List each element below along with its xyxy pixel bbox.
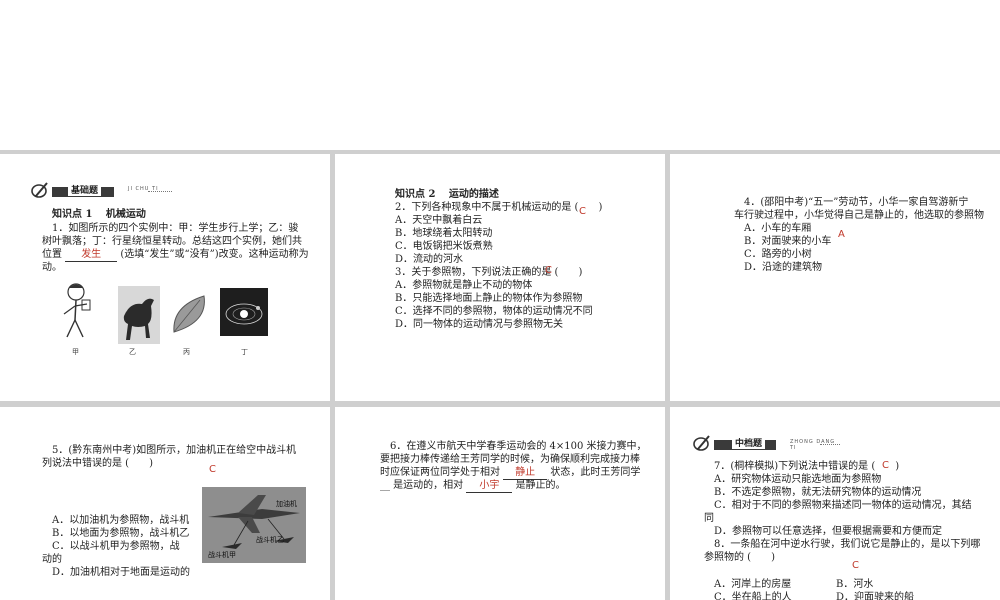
q4-option-c: C．路旁的小树 (744, 249, 812, 260)
q2-option-a: A．天空中飘着白云 (395, 215, 483, 226)
q4-answer: A (838, 229, 845, 240)
q6-line3: 时应保证两位同学处于相对 静止 状态，此时王芳同学 (380, 466, 640, 480)
q7-option-a: A．研究物体运动只能选地面为参照物 (714, 474, 882, 485)
q3-answer: C (545, 265, 552, 276)
q6-line3-start: 时应保证两位同学处于相对 (380, 467, 500, 478)
q6-answer-1: 静止 (515, 467, 536, 478)
q8-option-b: B．河水 (836, 579, 874, 590)
slide-panel-5[interactable]: 6．在遵义市航天中学春季运动会的 4×100 米接力赛中， 要把接力棒传递给王芳… (335, 407, 665, 600)
q3-option-d: D．同一物体的运动情况与参照物无关 (395, 319, 564, 330)
slide-panel-4[interactable]: 5．(黔东南州中考)如图所示，加油机正在给空中战斗机 列说法中错误的是 ( ) … (0, 407, 330, 600)
q5-option-d: D．加油机相对于地面是运动的 (52, 567, 191, 578)
q6-answer-2: 小宇 (479, 480, 500, 491)
section-pinyin: ZHONG DANG TI (790, 439, 836, 451)
q4-line1: 4．(邵阳中考)“五一”劳动节，小华一家自驾游新宁 (744, 197, 969, 208)
slide-panel-2[interactable]: 知识点 2 运动的描述 2．下列各种现象中不属于机械运动的是 ( ) C A．天… (335, 154, 665, 401)
q3-option-b: B．只能选择地面上静止的物体作为参照物 (395, 293, 583, 304)
q5-line2: 列说法中错误的是 ( ) (42, 458, 153, 469)
q7-option-c: C．相对于不同的参照物来描述同一物体的运动情况，其结 (714, 500, 972, 511)
caption-ding: 丁 (241, 348, 248, 356)
student-walking-figure (63, 283, 91, 338)
q5-line1: 5．(黔东南州中考)如图所示，加油机正在给空中战斗机 (52, 445, 297, 456)
q2-stem: 2．下列各种现象中不属于机械运动的是 ( ) (395, 202, 603, 213)
slide-panel-6[interactable]: 中档题 ZHONG DANG TI 7．(桐梓模拟)下列说法中错误的是 ( ) … (670, 407, 1000, 600)
kp2-heading: 知识点 2 运动的描述 (395, 189, 499, 200)
q6-line1: 6．在遵义市航天中学春季运动会的 4×100 米接力赛中， (390, 441, 647, 452)
q8-line1: 8．一条船在河中逆水行驶，我们说它是静止的，是以下列哪 (714, 539, 981, 550)
q5-option-b: B．以地面为参照物，战斗机乙 (52, 528, 190, 539)
q1-line4: 动。 (42, 262, 62, 273)
q1-answer: 发生 (81, 249, 102, 260)
q8-option-a: A．河岸上的房屋 (714, 579, 792, 590)
fig-label-fighter-yi: 战斗机乙 (256, 536, 284, 544)
q5-answer: C (209, 464, 216, 475)
q8-line2: 参照物的 ( ) (704, 552, 775, 563)
q6-blank-1: 静止 (503, 466, 548, 480)
q2-answer: C (579, 206, 586, 217)
section-header-arrow (820, 444, 840, 445)
slide-panel-1[interactable]: 基础题 JI CHU TI 知识点 1 机械运动 1．如图所示的四个实例中：甲：… (0, 154, 330, 401)
galloping-horse-photo (118, 286, 160, 344)
q4-option-a: A．小车的车厢 (744, 223, 812, 234)
section-header-arrow (148, 191, 172, 192)
q7-answer: C (882, 460, 889, 471)
pen-icon (31, 182, 48, 198)
q1-line3-start: 位置 (42, 249, 62, 260)
q2-option-b: B．地球绕着太阳转动 (395, 228, 493, 239)
q4-line2: 车行驶过程中，小华觉得自己是静止的，他选取的参照物 (734, 210, 984, 221)
q2-option-c: C．电饭锅把米饭煮熟 (395, 241, 493, 252)
falling-leaf-figure (173, 295, 205, 333)
section-title: 基础题 (68, 183, 102, 196)
q1-blank: 发生 (65, 248, 118, 262)
refueling-aircraft-photo: 加油机 战斗机乙 战斗机甲 (202, 487, 306, 563)
q3-option-c: C．选择不同的参照物，物体的运动情况不同 (395, 306, 593, 317)
q4-option-d: D．沿途的建筑物 (744, 262, 823, 273)
q6-line4-end: 是静止的。 (515, 480, 566, 491)
q8-option-c: C．坐在船上的人 (714, 592, 792, 600)
pen-icon (693, 435, 710, 451)
kp1-heading: 知识点 1 机械运动 (52, 209, 146, 220)
q6-line4: __ 是运动的，相对 小宇 是静止的。 (380, 479, 566, 493)
slide-panel-3[interactable]: 4．(邵阳中考)“五一”劳动节，小华一家自驾游新宁 车行驶过程中，小华觉得自己是… (670, 154, 1000, 401)
caption-bing: 丙 (183, 348, 190, 356)
q1-line3-end: (选填“发生”或“没有”)改变。这种运动称为 (120, 249, 309, 260)
caption-jia: 甲 (72, 348, 79, 356)
q3-stem: 3．关于参照物，下列说法正确的是 ( ) (395, 267, 583, 278)
q6-line2: 要把接力棒传递给王芳同学的时候，为确保顺利完成接力棒 (380, 454, 640, 465)
section-header-basic: 基础题 JI CHU TI (30, 182, 175, 200)
section-header-mid: 中档题 ZHONG DANG TI (692, 435, 842, 453)
q1-line2: 树叶飘落；丁：行星绕恒星转动。总结这四个实例，她们共 (42, 236, 302, 247)
q3-option-a: A．参照物就是静止不动的物体 (395, 280, 533, 291)
q5-option-a: A．以加油机为参照物，战斗机 (52, 515, 190, 526)
q8-answer: C (852, 560, 859, 571)
fig-label-tanker: 加油机 (276, 500, 297, 508)
q7-option-c-cont: 同 (704, 513, 714, 524)
q7-option-b: B．不选定参照物，就无法研究物体的运动情况 (714, 487, 922, 498)
q2-option-d: D．流动的河水 (395, 254, 464, 265)
q6-line3-end: 状态，此时王芳同学 (550, 467, 641, 478)
fig-label-fighter-jia: 战斗机甲 (208, 551, 236, 559)
caption-yi: 乙 (129, 348, 136, 356)
q6-blank-2: 小宇 (466, 479, 513, 493)
q1-line1: 1．如图所示的四个实例中：甲：学生步行上学；乙：骏 (52, 223, 299, 234)
q7-option-d: D．参照物可以任意选择，但要根据需要和方便而定 (714, 526, 943, 537)
q1-line3: 位置 发生 (选填“发生”或“没有”)改变。这种运动称为 (42, 248, 309, 262)
q4-option-b: B．对面驶来的小车 (744, 236, 832, 247)
planet-orbit-figure (220, 288, 268, 336)
section-title: 中档题 (732, 436, 766, 449)
q8-option-d: D．迎面驶来的船 (836, 592, 915, 600)
q6-line4-start: __ 是运动的，相对 (380, 480, 464, 491)
q7-stem: 7．(桐梓模拟)下列说法中错误的是 ( ) (714, 461, 900, 472)
q5-option-c: C．以战斗机甲为参照物，战 (52, 541, 180, 552)
q5-option-c-cont: 动的 (42, 554, 62, 565)
